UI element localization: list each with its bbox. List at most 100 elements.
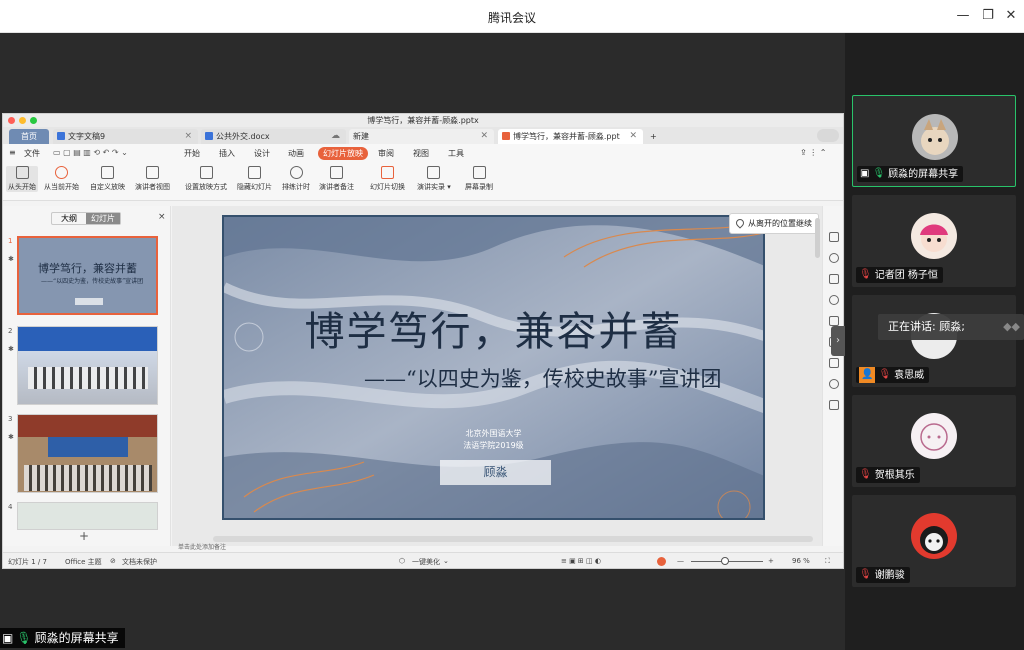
new-tab-button[interactable]: + (648, 129, 662, 144)
avatar (911, 213, 957, 259)
play-slideshow-icon[interactable] (657, 557, 666, 566)
tab-public-diplomacy[interactable]: 公共外交.docx ☁ (201, 129, 346, 144)
zoom-slider-handle[interactable] (721, 557, 729, 565)
slide-title[interactable]: 博学笃行，兼容并蓄 (224, 299, 763, 357)
menu-start[interactable]: 开始 (184, 148, 200, 159)
minimize-icon[interactable]: — (953, 6, 973, 26)
doc-tabbar: 首页 文字文稿9 × 公共外交.docx ☁ 新建 ✕ 博学笃行，兼容并蓄-顾淼.pp… (3, 127, 843, 144)
tab-doc-9[interactable]: 文字文稿9 × (53, 129, 198, 144)
star-icon: ✱ (8, 255, 14, 263)
presenter-name[interactable]: 顾淼 (440, 460, 551, 485)
slide-thumbnail[interactable] (17, 502, 158, 530)
theme-name: Office 主题 (65, 558, 102, 566)
close-icon[interactable]: ✕ (1001, 6, 1021, 26)
hide-slide-icon (248, 166, 261, 179)
tab-pptx[interactable]: 博学笃行，兼容并蓄-顾淼.ppt ✕ (498, 129, 643, 144)
user-avatar[interactable] (817, 129, 839, 142)
view-mode-icons[interactable]: ≡ ▣ ⊞ ◫ ◐ (561, 557, 601, 565)
tab-close-icon[interactable]: × (184, 129, 192, 144)
history-icon[interactable] (829, 379, 839, 389)
fill-icon[interactable] (829, 274, 839, 284)
play-icon (55, 166, 68, 179)
tool-icon[interactable] (829, 358, 839, 368)
slide-subtitle[interactable]: ——“以四史为鉴，传校史故事”宣讲团 (364, 363, 721, 393)
mic-muted-icon: 🎙 (859, 569, 872, 580)
tab-outline[interactable]: 大纲 (52, 213, 86, 224)
menu-design[interactable]: 设计 (254, 148, 270, 159)
rehearse-timing-button[interactable]: 排练计时 (282, 166, 310, 192)
vertical-scrollbar[interactable] (815, 218, 820, 258)
notes-icon (330, 166, 343, 179)
zoom-out-icon[interactable]: — (677, 557, 684, 565)
close-pane-icon[interactable]: × (158, 212, 166, 222)
org-line-1: 北京外国语大学 (465, 429, 522, 438)
custom-show-button[interactable]: 自定义放映 (90, 166, 125, 192)
outline-slide-switch: 大纲 幻灯片 (51, 212, 121, 225)
screen-share-icon: ▣ (2, 631, 14, 645)
doc-title: 博学笃行，兼容并蓄-顾淼.pptx (367, 116, 479, 125)
speech-record-button[interactable]: 演讲实录 ▾ (417, 166, 451, 192)
add-slide-button[interactable]: + (79, 529, 89, 543)
participant-tile[interactable]: 🎙 谢鹏骏 (852, 495, 1016, 587)
chevron-down-icon[interactable]: ⌄ (443, 557, 449, 565)
zoom-in-icon[interactable]: + (768, 557, 774, 565)
writer-icon (57, 132, 65, 140)
quick-access-icons[interactable]: ▭ ▢ ▤ ▥ ⟲ ↶ ↷ ⌄ (53, 148, 128, 157)
collapse-panel-button[interactable]: › (831, 326, 845, 356)
slide-thumbnail[interactable]: 博学笃行，兼容并蓄 ——“以四史为鉴，传校史故事”宣讲团 (17, 236, 158, 315)
tab-slides[interactable]: 幻灯片 (86, 213, 120, 224)
tab-close-icon[interactable]: ✕ (480, 129, 488, 144)
slide-thumbnail[interactable] (17, 414, 158, 493)
speaker-notes-button[interactable]: 演讲者备注 (319, 166, 354, 192)
star-icon: ✱ (8, 345, 14, 353)
mic-muted-icon: 🎙 (859, 269, 872, 280)
menu-file[interactable]: 文件 (24, 148, 40, 159)
star-icon: ✱ (8, 433, 14, 441)
restore-icon[interactable]: ❐ (978, 6, 998, 26)
participant-tile[interactable]: 👤 🎙 袁思威 (852, 295, 1016, 387)
hide-slide-button[interactable]: 隐藏幻灯片 (237, 166, 272, 192)
setup-show-button[interactable]: 设置放映方式 (185, 166, 227, 192)
slide-transition-button[interactable]: 幻灯片切换 (370, 166, 405, 192)
slideshow-ribbon: 从头开始 从当前开始 自定义放映 演讲者视图 设置放映方式 隐藏幻灯片 排练计时… (3, 162, 843, 201)
avatar (912, 114, 958, 160)
resume-position-button[interactable]: 从离开的位置继续 (729, 213, 819, 234)
slide-canvas: 博学笃行，兼容并蓄 ——“以四史为鉴，传校史故事”宣讲团 北京外国语大学 法语学… (172, 206, 822, 546)
menu-review[interactable]: 审阅 (378, 148, 394, 159)
shape-icon[interactable] (829, 253, 839, 263)
participant-tile[interactable]: 🎙 贺根其乐 (852, 395, 1016, 487)
participant-tile[interactable]: ▣ 🎙 顾淼的屏幕共享 (852, 95, 1016, 187)
shield-icon: ⊘ (110, 557, 116, 565)
user-icon: 👤 (859, 367, 876, 383)
beautify-button[interactable]: 一键美化 (412, 557, 440, 567)
menu-slideshow[interactable]: 幻灯片放映 (318, 147, 368, 160)
participant-tile[interactable]: 🎙 记者团 杨子恒 (852, 195, 1016, 287)
settings-icon[interactable] (829, 295, 839, 305)
play-from-start-button[interactable]: 从头开始 (6, 166, 38, 192)
image-icon[interactable] (829, 400, 839, 410)
menu-tools[interactable]: 工具 (448, 148, 464, 159)
menu-view[interactable]: 视图 (413, 148, 429, 159)
fit-window-icon[interactable]: ⛶ (825, 557, 830, 566)
share-icon[interactable]: ⇪ ⋮ ⌃ (800, 148, 827, 157)
camera-icon (427, 166, 441, 179)
menu-insert[interactable]: 插入 (219, 148, 235, 159)
presenter-view-button[interactable]: 演讲者视图 (135, 166, 170, 192)
notes-area[interactable]: 单击此处添加备注 (172, 542, 822, 552)
menu-animation[interactable]: 动画 (288, 148, 304, 159)
tab-close-icon[interactable]: ✕ (629, 129, 637, 144)
tab-home[interactable]: 首页 (9, 129, 49, 144)
play-from-current-button[interactable]: 从当前开始 (44, 166, 79, 192)
tab-new[interactable]: 新建 ✕ (349, 129, 494, 144)
slide-thumbnail[interactable] (17, 326, 158, 405)
shared-screen: 博学笃行，兼容并蓄-顾淼.pptx 首页 文字文稿9 × 公共外交.docx ☁ 新… (2, 113, 844, 569)
screen-record-button[interactable]: 屏幕录制 (465, 166, 493, 192)
layer-icon[interactable] (829, 316, 839, 326)
beautify-icon: ⬡ (399, 557, 406, 565)
custom-show-icon (101, 166, 114, 179)
copy-icon[interactable] (829, 232, 839, 242)
menu-icon[interactable]: ≡ (9, 148, 16, 157)
event-photo-people (24, 465, 152, 491)
thumb-number: 3 (8, 415, 13, 423)
event-photo-banner (18, 415, 157, 437)
